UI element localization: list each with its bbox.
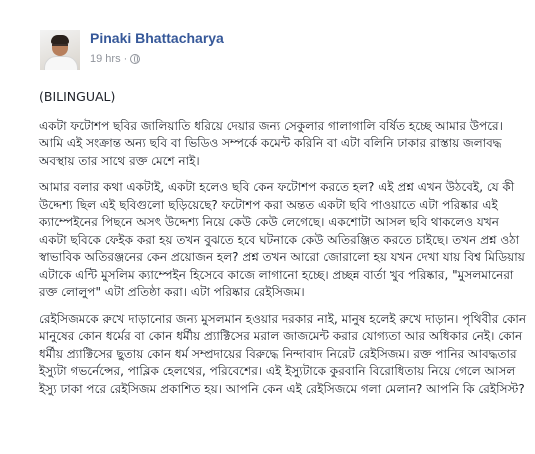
post-paragraph-2: আমার বলার কথা একটাই, একটা হলেও ছবি কেন ফ… bbox=[39, 180, 525, 299]
post-body: (BILINGUAL) একটা ফটোশপ ছবির জালিয়াতি ধর… bbox=[39, 88, 529, 407]
meta-separator: · bbox=[123, 53, 128, 65]
author-name-link[interactable]: Pinaki Bhattacharya bbox=[90, 30, 224, 46]
globe-icon[interactable] bbox=[130, 54, 141, 64]
author-avatar[interactable] bbox=[40, 30, 80, 70]
post-paragraph-3: রেইসিজমকে রুখে দাড়ানোর জন্য মুসলমান হওয… bbox=[39, 311, 527, 396]
post-timestamp-link[interactable]: 19 hrs bbox=[90, 53, 121, 65]
post-meta: 19 hrs · bbox=[90, 52, 141, 65]
post-paragraph-1: একটা ফটোশপ ছবির জালিয়াতি ধরিয়ে দেয়ার … bbox=[39, 118, 503, 168]
post-header: Pinaki Bhattacharya 19 hrs · bbox=[40, 30, 520, 72]
post-paragraph-tag: (BILINGUAL) bbox=[39, 89, 116, 104]
facebook-post: Pinaki Bhattacharya 19 hrs · (BILINGUAL) … bbox=[0, 0, 535, 454]
